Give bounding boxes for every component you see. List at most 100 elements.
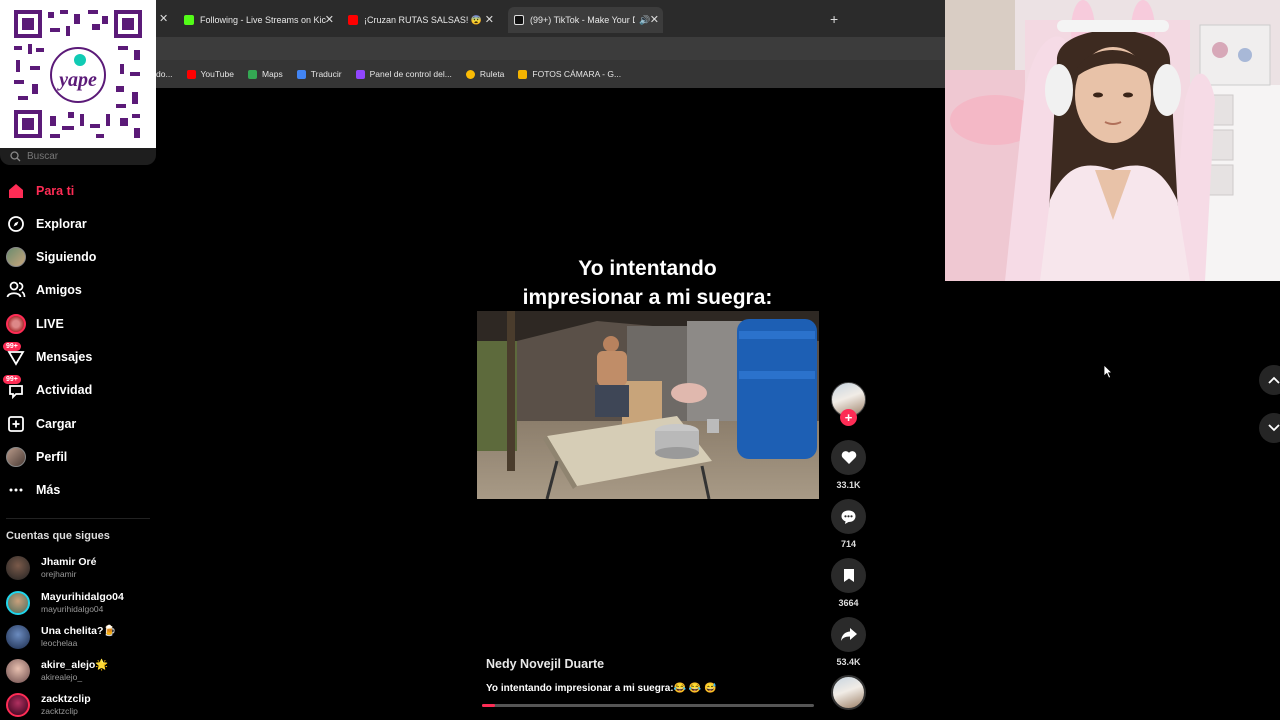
account-handle: mayurihidalgo04 [41,604,104,614]
like-count: 33.1K [836,480,861,490]
share-button[interactable] [831,617,866,652]
video-author[interactable]: Nedy Novejil Duarte [486,657,604,671]
yape-qr-code: yape [0,0,156,148]
previous-video-button[interactable] [1259,365,1280,395]
chevron-up-icon [1268,376,1280,384]
bookmark-label: Panel de control del... [369,69,452,79]
nav-label: Siguiendo [36,250,97,264]
following-accounts-title: Cuentas que sigues [6,530,110,542]
video-progress-bar[interactable] [482,704,814,707]
nav-perfil[interactable]: Perfil [0,442,156,472]
video-player[interactable] [477,311,819,499]
comment-icon [841,510,856,524]
account-name: akire_alejo🌟 [41,659,109,671]
speaker-icon[interactable]: 🔊 [639,15,650,26]
nav-label: Explorar [36,217,87,231]
music-disc-avatar[interactable] [831,675,866,710]
compass-icon [6,214,26,234]
twitch-icon [355,69,365,79]
nav-label: Mensajes [36,350,93,364]
bookmark-item[interactable]: do... [156,69,173,79]
account-item[interactable]: Mayurihidalgo04 mayurihidalgo04 [6,586,156,620]
like-button[interactable] [831,440,866,475]
new-tab-icon[interactable]: + [830,11,838,27]
caption-line: impresionar a mi suegra: [522,286,773,309]
nav-label: Cargar [36,417,77,431]
bookmark-youtube[interactable]: YouTube [186,69,234,79]
notification-badge: 99+ [3,375,21,384]
nav-live[interactable]: LIVE [0,309,156,339]
browser-tab-bar: ✕ Following - Live Streams on Kic ✕ ¡Cru… [156,0,945,37]
comment-count: 714 [840,539,857,549]
account-name: Mayurihidalgo04 [41,591,124,603]
avatar [6,591,30,615]
video-description: Yo intentando impresionar a mi suegra:😂 … [486,683,717,694]
search-input[interactable] [27,151,147,162]
tab-kick[interactable]: Following - Live Streams on Kic ✕ [184,7,334,33]
close-icon[interactable]: ✕ [650,13,659,26]
avatar [6,693,30,717]
search-bar[interactable] [0,148,156,165]
streamer-webcam [945,0,1280,281]
tiktok-icon [514,15,524,25]
live-avatar [6,314,26,334]
tab-close-icon[interactable]: ✕ [159,12,168,25]
ruleta-icon [465,69,475,79]
account-item[interactable]: zacktzclip zacktzclip [6,688,156,720]
address-bar[interactable] [156,37,945,60]
friends-icon [6,280,26,300]
bookmark-photos[interactable]: FOTOS CÁMARA - G... [518,69,621,79]
bookmark-label: do... [156,69,173,79]
share-count: 53.4K [836,657,861,667]
nav-label: Para ti [36,184,75,198]
bookmark-icon [843,569,854,582]
close-icon[interactable]: ✕ [485,13,494,26]
nav-label: Más [36,483,61,497]
account-item[interactable]: Una chelita?🍺 leochelaa [6,620,156,654]
tab-label: Following - Live Streams on Kic [200,15,327,25]
search-icon [10,151,21,162]
nav-amigos[interactable]: Amigos [0,275,156,305]
nav-actividad[interactable]: 99+ Actividad [0,375,156,405]
nav-explorar[interactable]: Explorar [0,209,156,239]
next-video-button[interactable] [1259,413,1280,443]
bookmark-twitch[interactable]: Panel de control del... [355,69,452,79]
account-item[interactable]: Jhamir Oré orejhamir [6,551,156,585]
nav-para-ti[interactable]: Para ti [0,176,156,206]
bookmark-label: FOTOS CÁMARA - G... [532,69,622,79]
qr-code-image: yape [0,0,156,148]
google-drive-icon [518,69,528,79]
video-frame [477,311,819,499]
bookmark-label: Traducir [310,69,342,79]
bookmarks-bar: do... YouTube Maps Traducir Panel de con… [156,60,945,88]
youtube-icon [348,15,358,25]
nav-mas[interactable]: Más [0,475,156,505]
avatar [6,659,30,683]
home-icon [6,181,26,201]
activity-icon: 99+ [3,375,26,400]
account-name: zacktzclip [41,693,91,705]
follow-button[interactable]: + [840,409,857,426]
maps-icon [247,69,257,79]
account-item[interactable]: akire_alejo🌟 akirealejo_ [6,654,156,688]
comment-button[interactable] [831,499,866,534]
nav-label: Actividad [36,383,93,397]
close-icon[interactable]: ✕ [325,13,334,26]
tab-youtube[interactable]: ¡Cruzan RUTAS SALSAS! 😨 ✕ [348,7,494,33]
save-button[interactable] [831,558,866,593]
screen: ✕ Following - Live Streams on Kic ✕ ¡Cru… [0,0,1280,720]
messages-icon: 99+ [3,342,26,367]
avatar [6,556,30,580]
nav-siguiendo[interactable]: Siguiendo [0,242,156,272]
save-count: 3664 [838,598,859,608]
upload-icon [6,414,26,434]
nav-mensajes[interactable]: 99+ Mensajes [0,342,156,372]
bookmark-translate[interactable]: Traducir [296,69,342,79]
tab-tiktok[interactable]: (99+) TikTok - Make Your Da 🔊 ✕ [508,7,663,33]
nav-label: Amigos [36,283,82,297]
nav-label: LIVE [36,317,64,331]
bookmark-maps[interactable]: Maps [247,69,283,79]
account-handle: orejhamir [41,569,77,579]
bookmark-ruleta[interactable]: Ruleta [465,69,504,79]
nav-cargar[interactable]: Cargar [0,409,156,439]
